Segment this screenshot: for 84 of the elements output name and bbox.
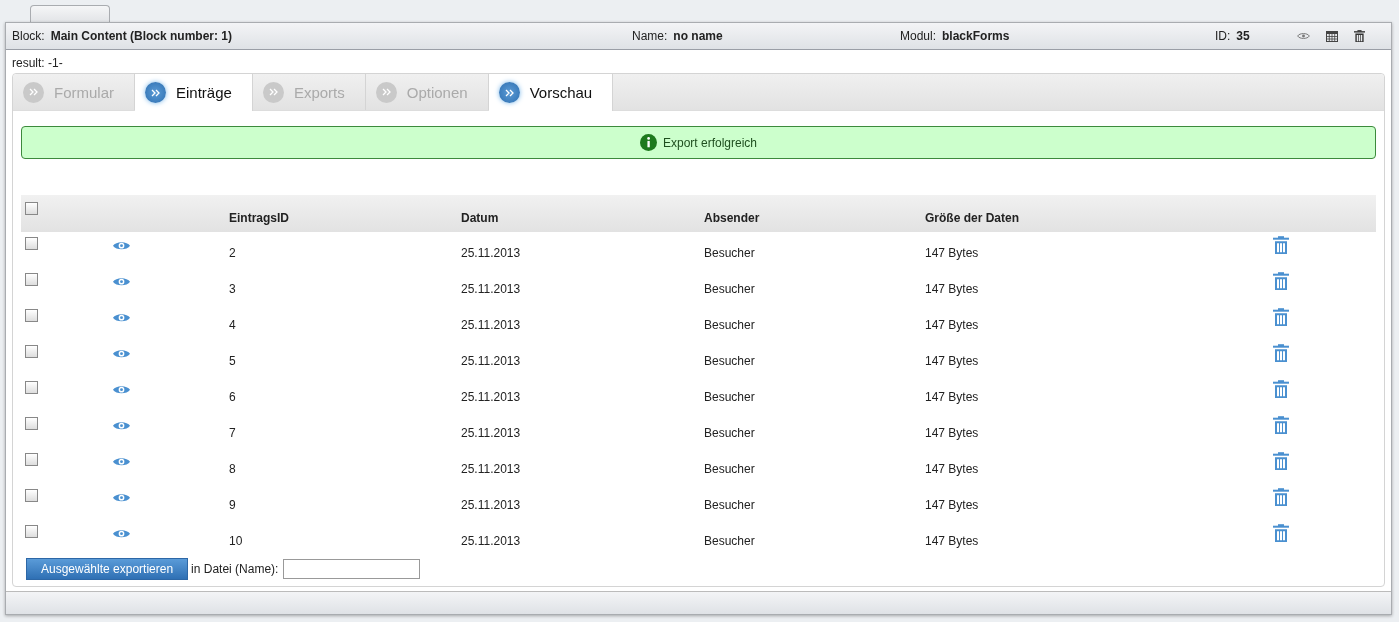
- table-cell-text: 25.11.2013: [460, 389, 522, 406]
- message-text: Export erfolgreich: [662, 135, 757, 150]
- table-cell-text: Besucher: [703, 353, 756, 370]
- column-header: Größe der Daten: [921, 195, 1269, 232]
- name-value: no name: [673, 29, 723, 43]
- row-checkbox[interactable]: [25, 309, 38, 322]
- eye-icon[interactable]: [112, 384, 131, 396]
- id-value: 35: [1236, 29, 1250, 43]
- table-cell-text: Besucher: [703, 425, 756, 442]
- table-cell-text: 25.11.2013: [460, 353, 522, 370]
- file-label: in Datei (Name):: [191, 562, 279, 576]
- table-cell-text: Besucher: [703, 461, 756, 478]
- id-label: ID:: [1215, 29, 1231, 43]
- table-cell-text: 147 Bytes: [924, 425, 980, 442]
- table-cell-text: 6: [228, 389, 237, 406]
- table-cell-text: 25.11.2013: [460, 281, 522, 298]
- chevron-icon: [498, 82, 520, 103]
- table-cell-text: 25.11.2013: [460, 533, 522, 550]
- table-cell-text: 7: [228, 425, 237, 442]
- eye-icon[interactable]: [112, 528, 131, 540]
- row-checkbox[interactable]: [25, 417, 38, 430]
- block-label: Block:: [12, 29, 45, 43]
- table-cell-text: 25.11.2013: [460, 425, 522, 442]
- row-checkbox[interactable]: [25, 345, 38, 358]
- column-header: Absender: [700, 195, 921, 232]
- table-cell-text: 147 Bytes: [924, 353, 980, 370]
- table-cell-text: 147 Bytes: [924, 245, 980, 262]
- table-cell-text: Besucher: [703, 317, 756, 334]
- eye-icon[interactable]: [112, 240, 131, 252]
- table-cell-text: 4: [228, 317, 237, 334]
- table-cell-text: 25.11.2013: [460, 245, 522, 262]
- table-cell-text: Besucher: [703, 497, 756, 514]
- row-checkbox[interactable]: [25, 525, 38, 538]
- chevron-icon: [262, 81, 284, 103]
- table-cell-text: 147 Bytes: [924, 389, 980, 406]
- table-cell-text: 10: [228, 533, 244, 550]
- table-cell-text: 3: [228, 281, 237, 298]
- table-cell-text: 9: [228, 497, 237, 514]
- row-checkbox[interactable]: [25, 453, 38, 466]
- name-label: Name:: [632, 29, 668, 43]
- tab[interactable]: Vorschau: [488, 74, 614, 111]
- calendar-icon[interactable]: [1326, 30, 1338, 42]
- row-checkbox[interactable]: [25, 489, 38, 502]
- eye-icon[interactable]: [112, 456, 131, 468]
- export-button[interactable]: Ausgewählte exportieren: [26, 558, 189, 580]
- chevron-icon: [23, 81, 44, 103]
- block-value: Main Content (Block number: 1): [50, 29, 233, 43]
- eye-icon[interactable]: [112, 420, 131, 432]
- modul-label: Modul:: [900, 29, 937, 43]
- eye-icon[interactable]: [112, 276, 131, 288]
- table-cell-text: 147 Bytes: [924, 497, 980, 514]
- eye-icon[interactable]: [112, 348, 131, 360]
- table-cell-text: 147 Bytes: [924, 461, 980, 478]
- result-text: result: -1-: [12, 56, 64, 70]
- chevron-icon: [375, 81, 397, 103]
- info-icon: [639, 134, 657, 151]
- row-checkbox[interactable]: [25, 273, 38, 286]
- modul-value: blackForms: [942, 29, 1010, 43]
- tab[interactable]: Einträge: [135, 74, 253, 111]
- table-cell-text: 25.11.2013: [460, 461, 522, 478]
- row-checkbox[interactable]: [25, 237, 38, 250]
- table-cell-text: Besucher: [703, 281, 756, 298]
- table-cell-text: 147 Bytes: [924, 281, 980, 298]
- eye-icon[interactable]: [112, 312, 131, 324]
- row-checkbox[interactable]: [25, 381, 38, 394]
- table-cell-text: Besucher: [703, 533, 756, 550]
- column-header: Datum: [457, 195, 700, 232]
- column-header: EintragsID: [225, 195, 457, 232]
- table-cell-text: 25.11.2013: [460, 317, 522, 334]
- table-cell-text: 5: [228, 353, 237, 370]
- table-cell-text: 25.11.2013: [460, 497, 522, 514]
- eye-icon[interactable]: [1297, 32, 1310, 40]
- eye-icon[interactable]: [112, 492, 131, 504]
- table-cell-text: 147 Bytes: [924, 533, 980, 550]
- window-tab[interactable]: [30, 5, 110, 22]
- table-cell-text: 8: [228, 461, 237, 478]
- chevron-icon: [145, 82, 166, 103]
- table-cell-text: Besucher: [703, 389, 756, 406]
- table-cell-text: 2: [228, 245, 237, 262]
- table-cell-text: Besucher: [703, 245, 756, 262]
- select-all-checkbox[interactable]: [25, 202, 38, 215]
- trash-icon[interactable]: [1354, 29, 1365, 43]
- file-name-input[interactable]: [283, 559, 421, 579]
- table-cell-text: 147 Bytes: [924, 317, 980, 334]
